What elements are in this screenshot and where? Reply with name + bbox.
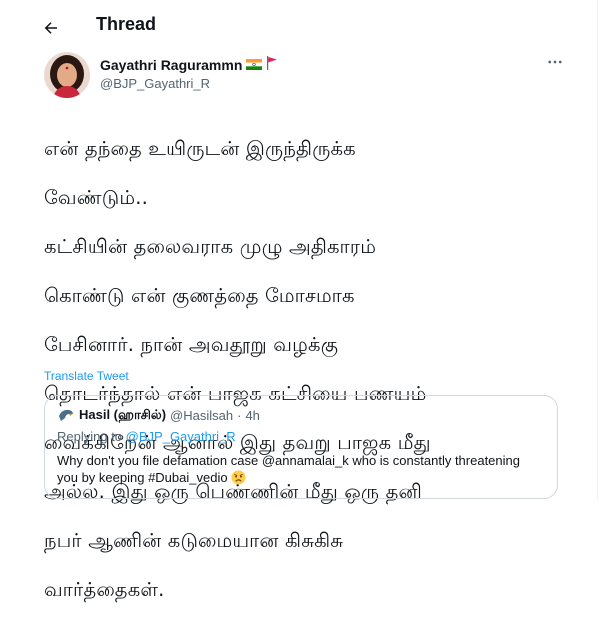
author-handle[interactable]: @BJP_Gayathri_R: [100, 76, 210, 91]
quoted-text-line-2: you by keeping #Dubai_vedio: [57, 469, 547, 489]
more-icon: [548, 60, 562, 64]
replying-to: Replying to @BJP_Gayathri_R: [57, 429, 236, 444]
tweet-author: Gayathri Ragurammn @BJP_Gayathri_R: [44, 48, 564, 104]
author-display-name[interactable]: Gayathri Ragurammn: [100, 56, 278, 73]
worried-face-emoji-icon: [231, 470, 246, 489]
profile-photo: [44, 52, 90, 98]
avatar: [59, 409, 74, 421]
back-button[interactable]: [34, 11, 68, 45]
page-title: Thread: [96, 14, 157, 34]
quoted-tweet-header: Hasil (ஹாசில்) @Hasilsah · 4h: [57, 406, 260, 424]
replying-to-handle[interactable]: @BJP_Gayathri_R: [126, 429, 236, 444]
tweet-line: நபர் ஆணின் கடுமையான கிசுகிசு: [44, 528, 344, 552]
thread-view: Thread Gayathri Ragurammn @BJP_Gayathri_…: [0, 0, 598, 601]
quoted-author-handle: @Hasilsah: [170, 407, 234, 423]
author-name-text: Gayathri Ragurammn: [100, 56, 243, 73]
quoted-text-line: Why don't you file defamation case @anna…: [57, 453, 520, 468]
tweet-line: கட்சியின் தலைவராக முழு அதிகாரம்: [44, 234, 377, 258]
thread-header: Thread: [0, 0, 598, 54]
red-flag-icon: [266, 56, 278, 73]
replying-prefix: Replying to: [57, 429, 123, 444]
quoted-tweet[interactable]: Hasil (ஹாசில்) @Hasilsah · 4h Replying t…: [44, 395, 558, 499]
translate-tweet-link[interactable]: Translate Tweet: [44, 369, 129, 383]
tweet-line: என் தந்தை உயிருடன் இருந்திருக்க: [44, 136, 356, 160]
separator-dot: ·: [237, 407, 242, 423]
tweet-line: வேண்டும்..: [44, 185, 149, 209]
more-options-button[interactable]: [543, 50, 567, 74]
quoted-author-name[interactable]: Hasil (ஹாசில்): [79, 407, 166, 424]
quoted-tweet-text: Why don't you file defamation case @anna…: [57, 452, 547, 489]
tweet-line: கொண்டு என் குணத்தை மோசமாக: [44, 283, 355, 307]
india-flag-icon: [246, 57, 263, 73]
avatar[interactable]: [44, 52, 90, 98]
quoted-timestamp[interactable]: 4h: [245, 408, 259, 423]
tweet-line: பேசினார். நான் அவதூறு வழக்கு: [44, 332, 339, 356]
arrow-left-icon: [44, 22, 57, 34]
tweet-line: வார்த்தைகள்.: [44, 577, 165, 601]
quoted-text-line-end: you by keeping #Dubai_vedio: [57, 470, 228, 485]
